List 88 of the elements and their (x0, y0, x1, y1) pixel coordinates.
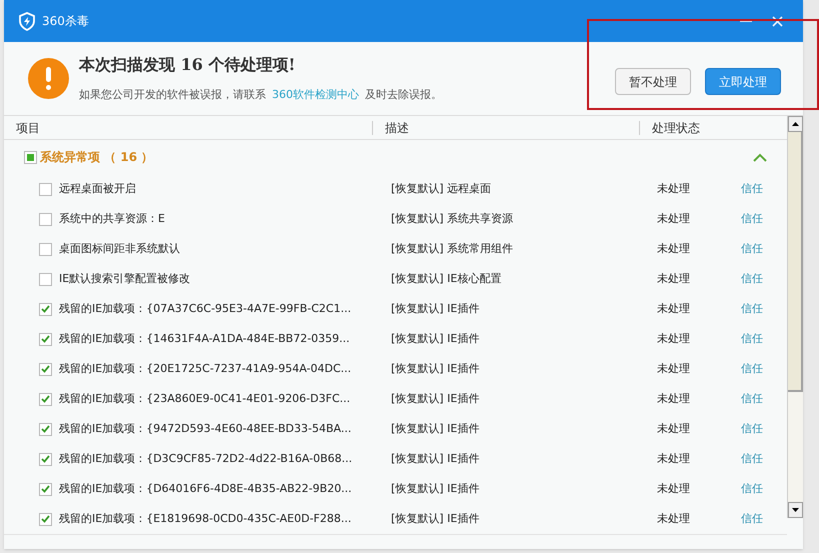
trust-link[interactable]: 信任 (741, 330, 763, 348)
trust-link[interactable]: 信任 (741, 210, 763, 228)
check-icon (41, 305, 50, 313)
item-description: [恢复默认] IE插件 (391, 480, 480, 497)
window-title: 360杀毒 (42, 13, 89, 30)
trust-link[interactable]: 信任 (741, 300, 763, 318)
column-header: 项目 (15, 120, 41, 136)
item-status: 未处理 (657, 240, 691, 257)
item-description: [恢复默认] 远程桌面 (391, 180, 492, 197)
trust-link[interactable]: 信任 (741, 480, 763, 498)
item-name: 桌面图标间距非系统默认 (59, 240, 180, 257)
item-description: [恢复默认] IE插件 (391, 450, 480, 467)
item-status: 未处理 (657, 360, 691, 377)
trust-link[interactable]: 信任 (741, 240, 763, 258)
item-name: 残留的IE加载项：{20E1725C-7237-41A9-954A-04DC... (59, 360, 352, 377)
scroll-up-icon[interactable] (792, 122, 799, 126)
scrollbar[interactable] (787, 116, 803, 518)
item-name: 残留的IE加载项：{E1819698-0CD0-435C-AE0D-F288... (59, 510, 352, 527)
checkbox[interactable] (39, 482, 52, 496)
item-status: 未处理 (657, 450, 691, 467)
trust-link[interactable]: 信任 (741, 420, 763, 438)
item-name: 残留的IE加载项：{9472D593-4E60-48EE-BD33-54BA... (59, 420, 352, 437)
item-description: [恢复默认] IE插件 (391, 390, 480, 407)
item-name: 残留的IE加载项：{14631F4A-A1DA-484E-BB72-0359... (59, 330, 350, 347)
item-description: [恢复默认] IE插件 (391, 300, 480, 317)
item-description: [恢复默认] 系统常用组件 (391, 240, 514, 257)
check-icon (41, 425, 50, 433)
checkbox[interactable] (39, 302, 52, 316)
item-status: 未处理 (657, 510, 691, 527)
column-header: 处理状态 (651, 120, 700, 136)
shield-icon (18, 12, 36, 30)
checkbox[interactable] (39, 182, 52, 196)
checkbox[interactable] (39, 212, 52, 226)
process-now-button[interactable]: 立即处理 (705, 68, 781, 95)
trust-link[interactable]: 信任 (741, 510, 763, 528)
item-description: [恢复默认] IE插件 (391, 420, 480, 437)
checkbox[interactable] (39, 452, 52, 466)
item-status: 未处理 (657, 390, 691, 407)
check-icon (41, 485, 50, 493)
column-header: 描述 (384, 120, 410, 136)
trust-link[interactable]: 信任 (741, 390, 763, 408)
detection-center-link[interactable]: 360软件检测中心 (272, 87, 359, 104)
check-icon (41, 455, 50, 463)
item-description: [恢复默认] IE插件 (391, 330, 480, 347)
notice-text: 及时去除误报。 (365, 87, 442, 104)
item-name: IE默认搜索引擎配置被修改 (59, 270, 190, 287)
close-icon[interactable] (772, 16, 783, 26)
item-status: 未处理 (657, 300, 691, 317)
checkbox[interactable] (39, 422, 52, 436)
checkbox[interactable] (39, 392, 52, 406)
item-status: 未处理 (657, 480, 691, 497)
group-label: 系统异常项 （ 16 ） (40, 149, 154, 166)
partial-check-icon (27, 154, 34, 160)
item-status: 未处理 (657, 420, 691, 437)
item-status: 未处理 (657, 180, 691, 197)
skip-button[interactable]: 暂不处理 (615, 68, 691, 95)
item-name: 残留的IE加载项：{D3C9CF85-72D2-4d22-B16A-0B68... (59, 450, 352, 467)
checkbox[interactable] (39, 272, 52, 286)
warning-icon (28, 58, 69, 99)
item-name: 残留的IE加载项：{23A860E9-0C41-4E01-9206-D3FC... (59, 390, 350, 407)
check-icon (41, 515, 50, 523)
checkbox[interactable] (24, 150, 37, 164)
check-icon (41, 335, 50, 343)
check-icon (41, 365, 50, 373)
checkbox[interactable] (39, 332, 52, 346)
item-status: 未处理 (657, 330, 691, 347)
item-name: 残留的IE加载项：{07A37C6C-95E3-4A7E-99FB-C2C1... (59, 300, 352, 317)
item-status: 未处理 (657, 270, 691, 287)
item-description: [恢复默认] IE插件 (391, 360, 480, 377)
checkbox[interactable] (39, 512, 52, 526)
item-name: 远程桌面被开启 (59, 180, 136, 197)
trust-link[interactable]: 信任 (741, 270, 763, 288)
scan-result-title: 本次扫描发现 16 个待处理项! (79, 54, 296, 76)
item-description: [恢复默认] IE核心配置 (391, 270, 502, 287)
item-name: 残留的IE加载项：{D64016F6-4D8E-4B35-AB22-9B20... (59, 480, 352, 497)
check-icon (41, 395, 50, 403)
scroll-down-icon[interactable] (792, 508, 799, 512)
trust-link[interactable]: 信任 (741, 180, 763, 198)
trust-link[interactable]: 信任 (741, 360, 763, 378)
trust-link[interactable]: 信任 (741, 450, 763, 468)
checkbox[interactable] (39, 362, 52, 376)
collapse-icon[interactable] (753, 152, 767, 162)
item-status: 未处理 (657, 210, 691, 227)
item-description: [恢复默认] IE插件 (391, 510, 480, 527)
notice-text: 如果您公司开发的软件被误报，请联系 (79, 87, 266, 104)
checkbox[interactable] (39, 242, 52, 256)
item-description: [恢复默认] 系统共享资源 (391, 210, 514, 227)
item-name: 系统中的共享资源：E (59, 210, 165, 227)
